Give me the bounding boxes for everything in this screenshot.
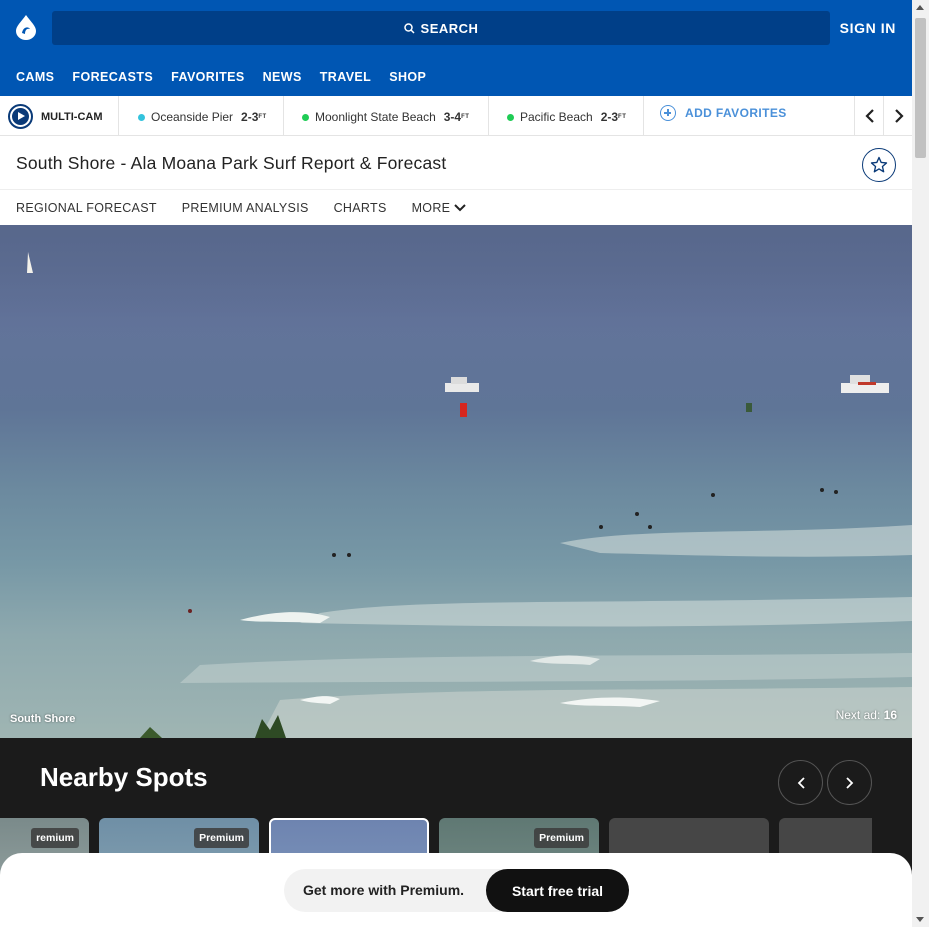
chevron-left-icon bbox=[797, 776, 805, 789]
add-favorites-label: ADD FAVORITES bbox=[685, 106, 787, 120]
nearby-next-button[interactable] bbox=[827, 760, 872, 805]
next-ad-label: Next ad: bbox=[835, 708, 881, 722]
start-free-trial-button[interactable]: Start free trial bbox=[486, 869, 629, 912]
favorite-spot-oceanside-pier[interactable]: Oceanside Pier 2-3 FT bbox=[138, 110, 267, 124]
divider bbox=[283, 96, 284, 136]
surf-cam-image bbox=[0, 225, 912, 738]
nav-cams[interactable]: CAMS bbox=[16, 70, 54, 84]
nav-forecasts[interactable]: FORECASTS bbox=[72, 70, 153, 84]
divider bbox=[643, 96, 644, 136]
surf-cam-player[interactable]: South Shore Next ad: 16 bbox=[0, 225, 912, 738]
status-dot-icon bbox=[302, 113, 309, 121]
search-label: SEARCH bbox=[420, 20, 479, 36]
add-favorites-button[interactable]: ADD FAVORITES bbox=[660, 105, 787, 121]
premium-badge: remium bbox=[31, 828, 79, 848]
next-ad-seconds: 16 bbox=[883, 708, 897, 722]
chevron-down-icon bbox=[454, 203, 466, 211]
page-title: South Shore - Ala Moana Park Surf Report… bbox=[16, 153, 447, 173]
status-dot-icon bbox=[507, 113, 514, 121]
chevron-right-icon bbox=[845, 776, 853, 789]
sign-in-button[interactable]: SIGN IN bbox=[840, 20, 896, 36]
next-ad-countdown: Next ad: 16 bbox=[836, 708, 897, 722]
scroll-up-arrow-icon[interactable] bbox=[916, 5, 924, 10]
tab-premium-analysis[interactable]: PREMIUM ANALYSIS bbox=[182, 201, 309, 215]
play-icon bbox=[8, 104, 33, 129]
spot-unit: FT bbox=[258, 114, 267, 120]
premium-badge: Premium bbox=[534, 828, 589, 848]
premium-text: Get more with Premium. bbox=[303, 882, 465, 898]
tab-more-label: MORE bbox=[411, 200, 451, 215]
multi-cam-button[interactable]: MULTI-CAM bbox=[8, 104, 103, 129]
scrollbar-thumb[interactable] bbox=[915, 18, 926, 158]
chevron-right-icon bbox=[894, 109, 904, 123]
nav-travel[interactable]: TRAVEL bbox=[320, 70, 371, 84]
search-bar[interactable]: SEARCH bbox=[52, 11, 830, 45]
top-header: SEARCH SIGN IN CAMS FORECASTS FAVORITES … bbox=[0, 0, 912, 96]
multi-cam-label: MULTI-CAM bbox=[41, 110, 103, 123]
chevron-left-icon bbox=[864, 109, 874, 123]
spot-unit: FT bbox=[618, 114, 627, 120]
favorites-next-button[interactable] bbox=[884, 96, 912, 136]
cam-label: South Shore bbox=[10, 713, 76, 725]
favorites-prev-button[interactable] bbox=[855, 96, 884, 136]
plus-circle-icon bbox=[660, 105, 676, 121]
nearby-prev-button[interactable] bbox=[778, 760, 823, 805]
premium-badge: Premium bbox=[194, 828, 249, 848]
surfline-logo-icon[interactable] bbox=[14, 14, 38, 40]
spot-title-bar: South Shore - Ala Moana Park Surf Report… bbox=[0, 136, 912, 190]
main-nav: CAMS FORECASTS FAVORITES NEWS TRAVEL SHO… bbox=[16, 70, 444, 84]
surf-report-page: SEARCH SIGN IN CAMS FORECASTS FAVORITES … bbox=[0, 0, 912, 927]
favorite-spot-moonlight-state-beach[interactable]: Moonlight State Beach 3-4 FT bbox=[302, 110, 469, 124]
favorites-bar: MULTI-CAM Oceanside Pier 2-3 FT Moonligh… bbox=[0, 96, 912, 136]
divider bbox=[118, 96, 119, 136]
spot-unit: FT bbox=[461, 114, 470, 120]
tab-regional-forecast[interactable]: REGIONAL FORECAST bbox=[16, 201, 157, 215]
favorite-star-button[interactable] bbox=[862, 148, 896, 182]
nav-news[interactable]: NEWS bbox=[263, 70, 302, 84]
tab-more[interactable]: MORE bbox=[412, 201, 467, 215]
favorite-spot-pacific-beach[interactable]: Pacific Beach 2-3 FT bbox=[507, 110, 626, 124]
nav-shop[interactable]: SHOP bbox=[389, 70, 426, 84]
page-scrollbar[interactable] bbox=[912, 0, 929, 927]
spot-height: 2-3 bbox=[241, 110, 259, 124]
spot-name: Pacific Beach bbox=[520, 110, 593, 124]
nearby-spots-title: Nearby Spots bbox=[40, 762, 208, 792]
spot-name: Oceanside Pier bbox=[151, 110, 234, 124]
star-icon bbox=[870, 156, 888, 173]
nav-favorites[interactable]: FAVORITES bbox=[171, 70, 245, 84]
spot-subnav: REGIONAL FORECAST PREMIUM ANALYSIS CHART… bbox=[0, 190, 912, 225]
scroll-down-arrow-icon[interactable] bbox=[916, 917, 924, 922]
search-icon bbox=[403, 22, 415, 34]
status-dot-icon bbox=[138, 113, 145, 121]
spot-height: 3-4 bbox=[443, 110, 462, 124]
spot-height: 2-3 bbox=[600, 110, 619, 124]
tab-charts[interactable]: CHARTS bbox=[334, 201, 387, 215]
spot-name: Moonlight State Beach bbox=[315, 110, 436, 124]
premium-upsell-banner: Get more with Premium. Start free trial bbox=[0, 853, 912, 927]
divider bbox=[488, 96, 489, 136]
